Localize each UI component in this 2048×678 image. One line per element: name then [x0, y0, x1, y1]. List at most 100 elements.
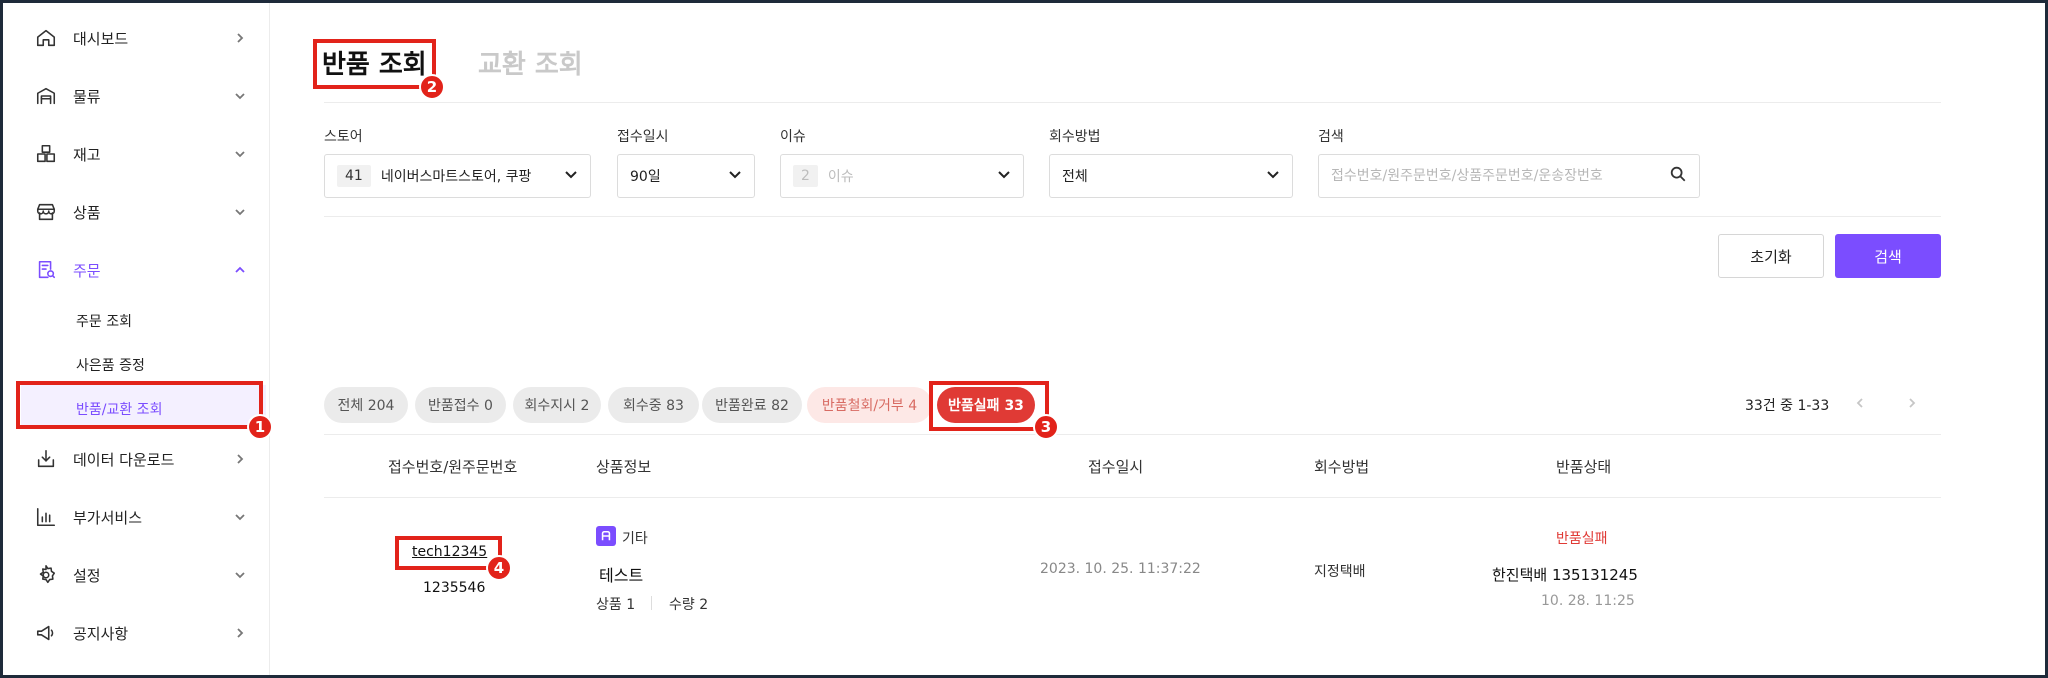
chart-icon [33, 504, 59, 530]
chevron-down-icon [232, 567, 248, 583]
store-count-badge: 41 [337, 165, 371, 187]
column-header-product: 상품정보 [596, 458, 652, 476]
status-chip-failed[interactable]: 반품실패 33 [937, 387, 1035, 423]
received-at: 2023. 10. 25. 11:37:22 [1040, 561, 1201, 577]
sidebar-item-label: 설정 [73, 566, 101, 585]
quantity: 수량 2 [669, 597, 709, 613]
divider [324, 497, 1941, 498]
product-tag-icon [596, 526, 616, 546]
sidebar-item-label: 재고 [73, 145, 101, 164]
chevron-right-icon [232, 451, 248, 467]
sidebar-item-label: 부가서비스 [73, 508, 143, 527]
product-tag-label: 기타 [622, 531, 648, 547]
issue-count-badge: 2 [793, 165, 818, 187]
chevron-down-icon [232, 204, 248, 220]
search-input[interactable] [1331, 168, 1669, 184]
sidebar-item-label: 공지사항 [73, 624, 129, 643]
issue-select-value: 이슈 [827, 169, 854, 185]
annotation-badge-2: 2 [419, 74, 445, 100]
sidebar: 대시보드 물류 재고 상품 주문 주문 조회 사은품 증정 반품/교환 조회 데… [3, 3, 270, 675]
product-name: 테스트 [599, 566, 644, 585]
chevron-right-icon [1909, 398, 1916, 408]
sidebar-item-logistics[interactable]: 물류 [33, 81, 248, 111]
sidebar-item-inventory[interactable]: 재고 [33, 139, 248, 169]
date-filter-label: 접수일시 [617, 129, 669, 145]
courier-tracking: 한진택배 135131245 [1492, 566, 1638, 584]
return-status: 반품실패 [1556, 531, 1608, 547]
receipt-number-link[interactable]: tech12345 [412, 544, 487, 560]
method-filter-label: 회수방법 [1049, 129, 1101, 145]
sidebar-item-notices[interactable]: 공지사항 [33, 618, 248, 648]
sidebar-item-label: 물류 [73, 87, 101, 106]
column-header-receipt: 접수번호/원주문번호 [388, 458, 518, 476]
issue-select[interactable]: 2 이슈 [780, 154, 1024, 198]
chevron-right-icon [232, 625, 248, 641]
status-chip-picking-up[interactable]: 회수중 83 [608, 387, 699, 423]
status-chip-withdrawn-rejected[interactable]: 반품철회/거부 4 [807, 387, 932, 423]
home-icon [33, 25, 59, 51]
reset-button[interactable]: 초기화 [1718, 234, 1824, 278]
sidebar-subitem-gift[interactable]: 사은품 증정 [76, 355, 145, 375]
search-filter-label: 검색 [1318, 129, 1344, 145]
status-time: 10. 28. 11:25 [1541, 593, 1635, 609]
date-select[interactable]: 90일 [617, 154, 755, 198]
search-icon[interactable] [1669, 165, 1687, 187]
chevron-down-icon [997, 167, 1011, 185]
search-button[interactable]: 검색 [1835, 234, 1941, 278]
issue-filter-label: 이슈 [780, 129, 806, 145]
boxes-icon [33, 141, 59, 167]
sidebar-item-data-download[interactable]: 데이터 다운로드 [33, 444, 248, 474]
download-icon [33, 446, 59, 472]
sidebar-subitem-returns-exchange[interactable]: 반품/교환 조회 [76, 399, 162, 419]
product-count: 상품 1 [596, 597, 636, 613]
status-chip-completed[interactable]: 반품완료 82 [702, 387, 802, 423]
pickup-method: 지정택배 [1314, 564, 1366, 580]
method-select[interactable]: 전체 [1049, 154, 1293, 198]
tab-returns[interactable]: 반품 조회 [322, 44, 427, 81]
sidebar-subitem-order-lookup[interactable]: 주문 조회 [76, 311, 132, 331]
result-count: 33건 중 1-33 [1745, 398, 1830, 414]
chevron-down-icon [232, 146, 248, 162]
sidebar-item-label: 주문 [73, 261, 101, 280]
sidebar-item-label: 상품 [73, 203, 101, 222]
chevron-down-icon [232, 88, 248, 104]
next-page-button[interactable] [1904, 395, 1920, 411]
status-chip-all[interactable]: 전체 204 [324, 387, 408, 423]
sidebar-item-extra-services[interactable]: 부가서비스 [33, 502, 248, 532]
status-chip-pickup-ordered[interactable]: 회수지시 2 [513, 387, 601, 423]
chevron-down-icon [232, 509, 248, 525]
sidebar-item-products[interactable]: 상품 [33, 197, 248, 227]
divider [324, 434, 1941, 435]
store-filter-label: 스토어 [324, 129, 363, 145]
sidebar-item-settings[interactable]: 설정 [33, 560, 248, 590]
order-number: 1235546 [423, 580, 486, 596]
annotation-badge-3: 3 [1033, 414, 1059, 440]
annotation-badge-4: 4 [486, 555, 512, 581]
sidebar-item-orders[interactable]: 주문 [33, 255, 248, 285]
divider [324, 216, 1941, 217]
tab-exchange[interactable]: 교환 조회 [478, 44, 583, 81]
warehouse-icon [33, 83, 59, 109]
column-header-method: 회수방법 [1314, 458, 1370, 476]
chevron-down-icon [564, 167, 578, 185]
status-chip-received[interactable]: 반품접수 0 [415, 387, 506, 423]
divider [324, 102, 1941, 103]
method-select-value: 전체 [1062, 169, 1088, 185]
search-field[interactable] [1318, 154, 1700, 198]
store-select[interactable]: 41 네이버스마트스토어, 쿠팡 [324, 154, 591, 198]
sidebar-item-label: 데이터 다운로드 [73, 450, 175, 469]
prev-page-button[interactable] [1852, 395, 1868, 411]
gear-icon [33, 562, 59, 588]
date-select-value: 90일 [630, 169, 661, 185]
sidebar-item-dashboard[interactable]: 대시보드 [33, 23, 248, 53]
chevron-down-icon [1266, 167, 1280, 185]
chevron-left-icon [1856, 398, 1863, 408]
store-select-value: 네이버스마트스토어, 쿠팡 [380, 169, 532, 185]
chevron-down-icon [728, 167, 742, 185]
sidebar-item-label: 대시보드 [73, 29, 129, 48]
order-search-icon [33, 257, 59, 283]
column-header-status: 반품상태 [1556, 458, 1612, 476]
chevron-right-icon [232, 30, 248, 46]
chevron-up-icon [232, 262, 248, 278]
store-icon [33, 199, 59, 225]
